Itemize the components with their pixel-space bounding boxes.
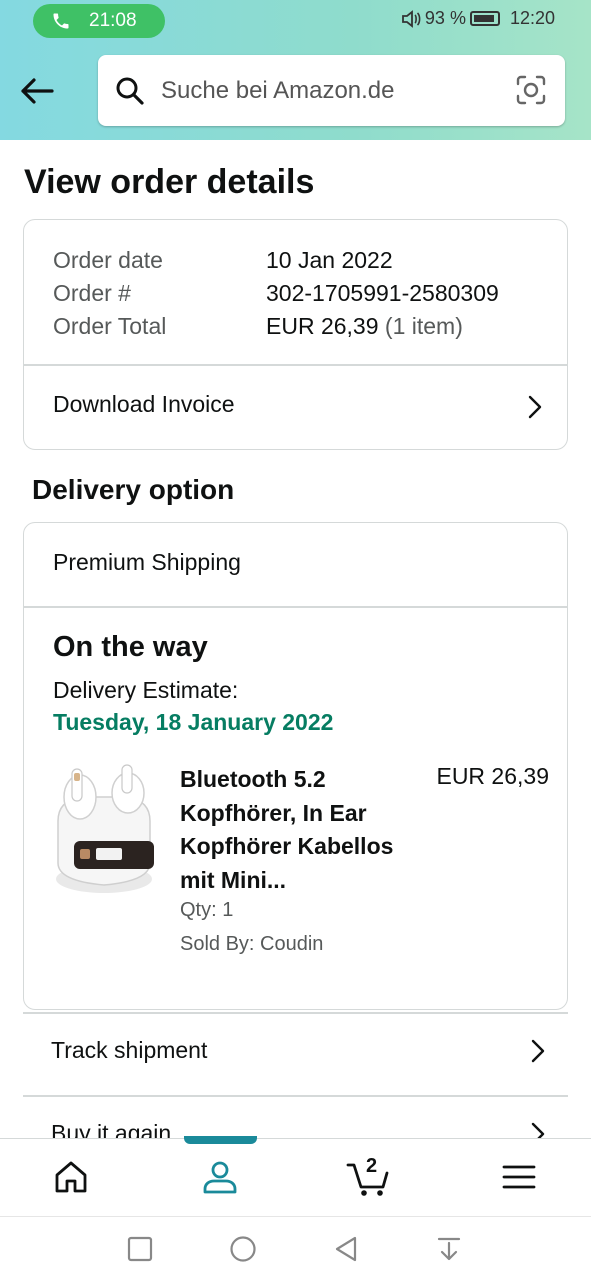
buy-it-again-button[interactable]: Buy it again [23,1096,568,1138]
recent-apps-icon[interactable] [126,1235,154,1263]
notification-pull-icon[interactable] [435,1235,463,1263]
download-invoice-button[interactable]: Download Invoice [24,365,567,449]
search-placeholder: Suche bei Amazon.de [161,77,395,104]
phone-icon [53,13,69,29]
order-summary-card: Order date 10 Jan 2022 Order # 302-17059… [23,219,568,450]
camera-scan-icon[interactable] [515,74,547,106]
active-tab-indicator [184,1136,257,1144]
chevron-right-icon [531,1039,545,1063]
system-navigation-bar [0,1216,591,1280]
order-total-row: Order Total EUR 26,39 (1 item) [53,310,499,343]
cart-count-badge: 2 [366,1155,378,1177]
order-number-row: Order # 302-1705991-2580309 [53,277,499,310]
section-title-delivery: Delivery option [32,474,235,505]
divider [24,606,567,608]
home-icon[interactable] [51,1157,91,1197]
speaker-icon [402,9,421,28]
order-item-count: (1 item) [384,313,463,339]
battery-icon [469,11,500,26]
order-date-value: 10 Jan 2022 [266,247,393,273]
delivery-card: Premium Shipping On the way Delivery Est… [23,522,568,1010]
buy-it-again-label: Buy it again [51,1120,172,1138]
menu-icon[interactable] [499,1157,539,1197]
call-duration: 21:08 [89,10,137,31]
product-title-link[interactable]: Bluetooth 5.2 Kopfhörer, In Ear Kopfhöre… [180,763,420,897]
battery-percent: 93 % [424,8,466,28]
order-info: Order date 10 Jan 2022 Order # 302-17059… [53,244,499,343]
order-number-value: 302-1705991-2580309 [266,280,499,306]
bottom-navigation: 2 [0,1136,591,1216]
app-header: 21:08 93 % 12:20 Suche bei Amazon.de [0,0,591,140]
clock: 12:20 [509,8,555,28]
chevron-right-icon [531,1122,545,1138]
search-icon [116,77,144,105]
shipping-method: Premium Shipping [53,549,241,575]
delivery-estimate-date: Tuesday, 18 January 2022 [53,709,334,735]
order-total-value: EUR 26,39 (1 item) [266,310,463,343]
product-price: EUR 26,39 [436,763,549,789]
delivery-estimate-label: Delivery Estimate: [53,677,239,703]
order-total-label: Order Total [53,313,167,339]
search-input[interactable]: Suche bei Amazon.de [98,55,565,126]
track-shipment-button[interactable]: Track shipment [23,1013,568,1095]
product-seller: Sold By: Coudin [180,933,324,955]
product-image[interactable] [50,761,158,901]
status-indicators: 93 % 12:20 [401,8,555,29]
shipment-status: On the way [53,631,208,663]
home-circle-icon[interactable] [229,1235,257,1263]
page-title: View order details [24,163,315,201]
back-arrow-icon[interactable] [18,72,56,110]
status-bar: 21:08 93 % 12:20 [0,0,591,42]
account-icon[interactable] [200,1157,240,1197]
track-shipment-label: Track shipment [51,1037,208,1063]
order-date-label: Order date [53,247,163,273]
order-number-label: Order # [53,280,131,306]
ongoing-call-pill[interactable]: 21:08 [33,4,165,38]
product-quantity: Qty: 1 [180,899,234,921]
order-date-row: Order date 10 Jan 2022 [53,244,499,277]
system-back-icon[interactable] [332,1235,360,1263]
download-invoice-label: Download Invoice [53,391,235,417]
chevron-right-icon [528,395,542,419]
order-total-amount: EUR 26,39 [266,313,379,339]
